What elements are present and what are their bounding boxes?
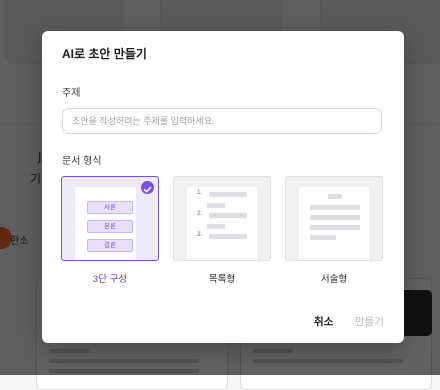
- preview-section-intro: 서론: [87, 201, 133, 214]
- format-option-list[interactable]: 1. 2. 3. 목록형: [173, 176, 271, 285]
- preview-list-number: 1.: [197, 189, 203, 196]
- preview-list-number: 2.: [197, 210, 203, 217]
- format-preview: [285, 176, 383, 261]
- check-icon: [141, 181, 154, 194]
- format-option-label: 3단 구성: [92, 274, 128, 285]
- preview-page: [299, 187, 369, 260]
- dialog-title: AI로 초안 만들기: [62, 47, 147, 61]
- format-option-label: 목록형: [208, 274, 236, 285]
- format-option-narrative[interactable]: 서술형: [285, 176, 383, 285]
- format-label: 문서 형식: [62, 156, 102, 167]
- create-draft-dialog: AI로 초안 만들기 주제 문서 형식 서론 본론 결론 3단 구성 1.: [42, 31, 404, 343]
- preview-page: 1. 2. 3.: [187, 187, 257, 260]
- topic-label: 주제: [62, 88, 81, 99]
- topic-input[interactable]: [62, 108, 382, 134]
- format-preview: 1. 2. 3.: [173, 176, 271, 261]
- preview-page: 서론 본론 결론: [75, 187, 136, 260]
- preview-section-conclusion: 결론: [87, 239, 133, 252]
- format-option-label: 서술형: [320, 274, 348, 285]
- cancel-button[interactable]: 취소: [314, 314, 333, 329]
- format-option-three-part[interactable]: 서론 본론 결론 3단 구성: [61, 176, 159, 285]
- preview-list-number: 3.: [197, 231, 203, 238]
- preview-section-body: 본론: [87, 220, 133, 233]
- format-preview: 서론 본론 결론: [61, 176, 159, 261]
- create-button[interactable]: 만들기: [355, 314, 384, 329]
